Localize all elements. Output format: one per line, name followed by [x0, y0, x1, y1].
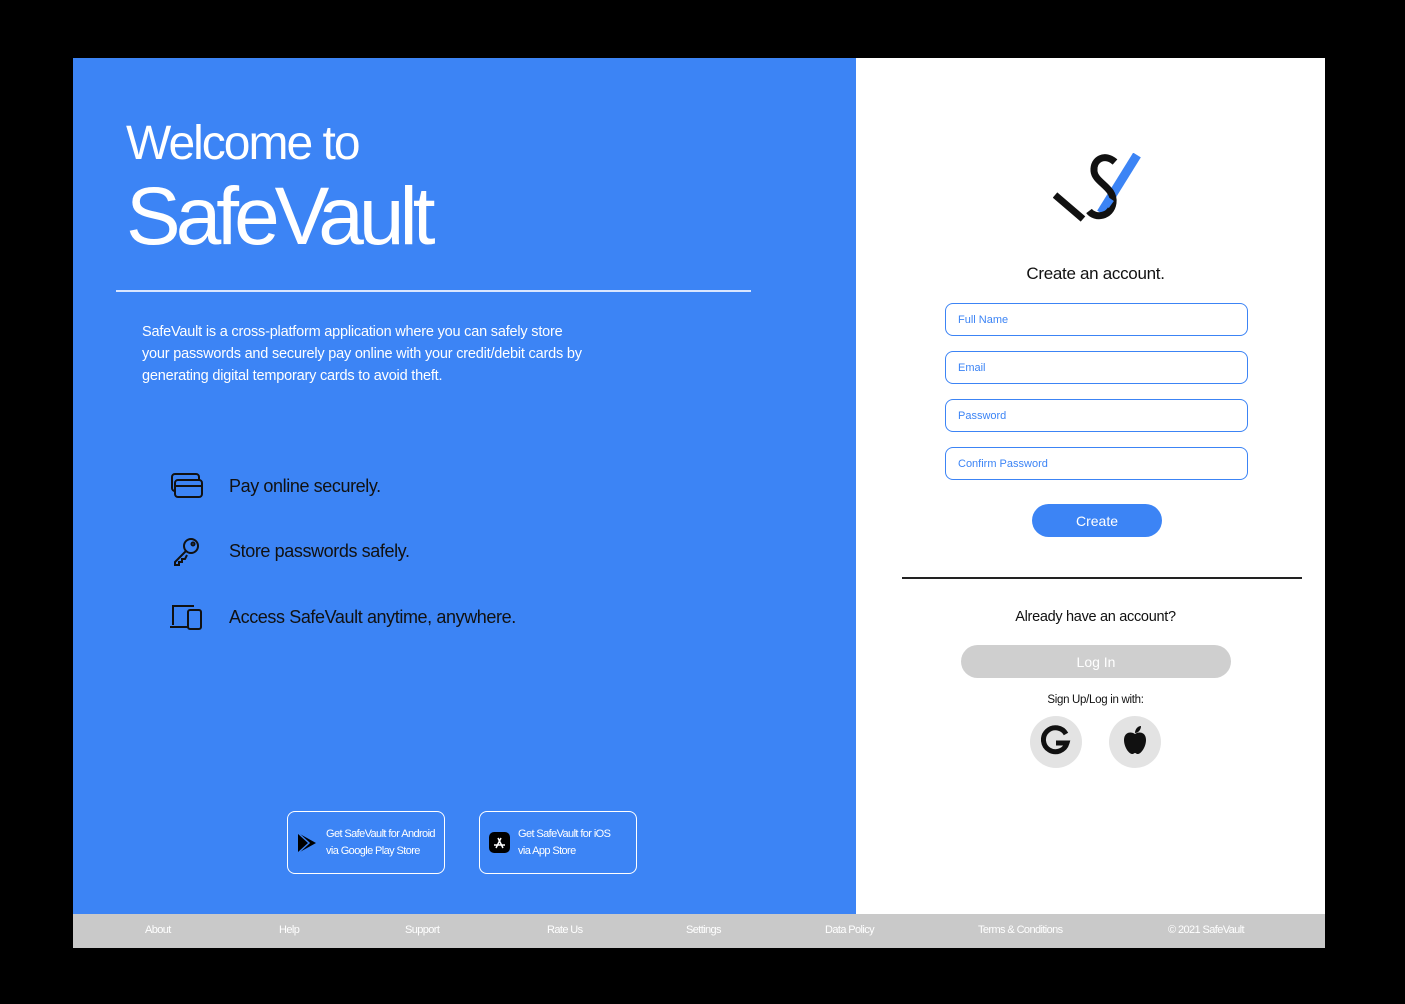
google-login-button[interactable]	[1030, 716, 1082, 768]
safevault-logo-icon	[1052, 152, 1143, 230]
brand-title: SafeVault	[126, 171, 436, 262]
google-play-icon	[296, 831, 318, 854]
footer-terms-link[interactable]: Terms & Conditions	[978, 924, 1063, 936]
footer-about-link[interactable]: About	[145, 924, 171, 936]
apple-login-button[interactable]	[1109, 716, 1161, 768]
create-account-title: Create an account.	[1026, 264, 1165, 283]
devices-icon	[168, 599, 204, 635]
hero-panel: Welcome to SafeVault SafeVault is a cros…	[73, 58, 856, 914]
full-name-field[interactable]	[945, 303, 1248, 336]
feature-passwords-text: Store passwords safely.	[229, 540, 410, 561]
key-icon	[168, 533, 204, 569]
feature-pay: Pay online securely.	[168, 468, 381, 504]
email-field[interactable]	[945, 351, 1248, 384]
footer-data-policy-link[interactable]: Data Policy	[825, 924, 875, 936]
confirm-password-field[interactable]	[945, 447, 1248, 480]
hero-description: SafeVault is a cross-platform applicatio…	[142, 324, 582, 384]
app-window: Welcome to SafeVault SafeVault is a cros…	[73, 58, 1325, 948]
welcome-heading: Welcome to	[126, 117, 361, 170]
already-have-account-text: Already have an account?	[1015, 609, 1176, 625]
password-field[interactable]	[945, 399, 1248, 432]
signup-panel: Create an account. Create Already have a…	[856, 58, 1325, 914]
section-divider	[902, 577, 1302, 579]
apple-icon	[1122, 725, 1148, 760]
footer-rate-us-link[interactable]: Rate Us	[547, 924, 583, 936]
footer-settings-link[interactable]: Settings	[686, 924, 722, 936]
login-button[interactable]: Log In	[961, 645, 1231, 678]
feature-pay-text: Pay online securely.	[229, 475, 381, 496]
footer-help-link[interactable]: Help	[279, 924, 300, 936]
feature-access-text: Access SafeVault anytime, anywhere.	[229, 606, 516, 627]
app-store-icon	[488, 832, 510, 854]
hero-divider	[116, 290, 751, 292]
footer-support-link[interactable]: Support	[405, 924, 440, 936]
social-login-label: Sign Up/Log in with:	[1047, 694, 1144, 706]
feature-access: Access SafeVault anytime, anywhere.	[168, 599, 516, 635]
feature-passwords: Store passwords safely.	[168, 533, 410, 569]
cards-icon	[168, 468, 204, 504]
create-button[interactable]: Create	[1032, 504, 1162, 537]
footer-copyright: © 2021 SafeVault	[1168, 924, 1245, 936]
app-store-text: Get SafeVault for iOS via App Store	[518, 827, 611, 857]
google-play-text: Get SafeVault for Android via Google Pla…	[326, 827, 436, 857]
footer-bar: About Help Support Rate Us Settings Data…	[73, 914, 1325, 948]
app-store-button[interactable]: Get SafeVault for iOS via App Store	[479, 811, 637, 874]
google-play-button[interactable]: Get SafeVault for Android via Google Pla…	[287, 811, 445, 874]
google-icon	[1040, 724, 1071, 760]
